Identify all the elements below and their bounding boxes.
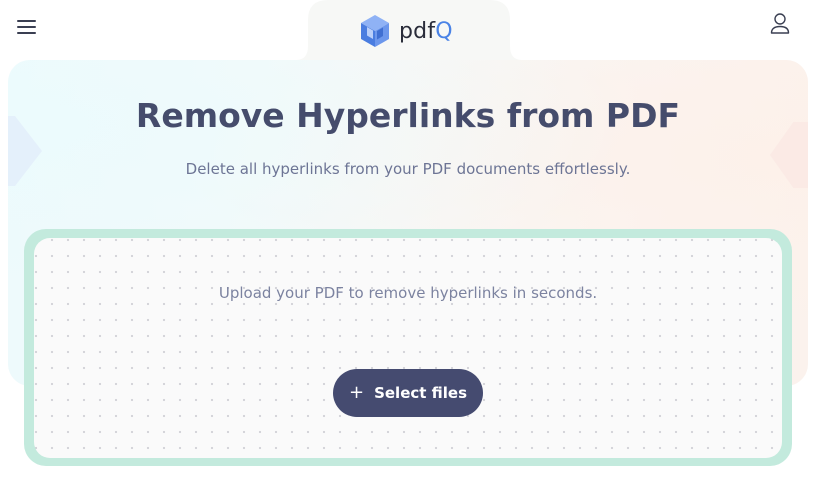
cube-logo-icon: [361, 15, 389, 47]
user-profile-icon[interactable]: [769, 12, 791, 36]
upload-instruction: Upload your PDF to remove hyperlinks in …: [218, 284, 598, 302]
plus-icon: +: [348, 381, 365, 403]
top-header: pdfQ: [0, 0, 817, 60]
hamburger-menu-icon[interactable]: [17, 17, 39, 37]
select-files-label: Select files: [374, 384, 468, 402]
page-title: Remove Hyperlinks from PDF: [135, 96, 681, 135]
select-files-button[interactable]: + Select files: [333, 369, 483, 417]
page-subtitle: Delete all hyperlinks from your PDF docu…: [185, 160, 631, 178]
upload-dropzone-inner[interactable]: Upload your PDF to remove hyperlinks in …: [34, 238, 782, 458]
logo-text-main: pdf: [399, 18, 436, 44]
logo-tab: pdfQ: [296, 0, 522, 60]
pdfq-logo[interactable]: pdfQ: [359, 14, 453, 48]
logo-text-accent: Q: [435, 18, 453, 44]
upload-dropzone[interactable]: Upload your PDF to remove hyperlinks in …: [24, 229, 792, 466]
logo-wordmark: pdfQ: [399, 19, 453, 44]
